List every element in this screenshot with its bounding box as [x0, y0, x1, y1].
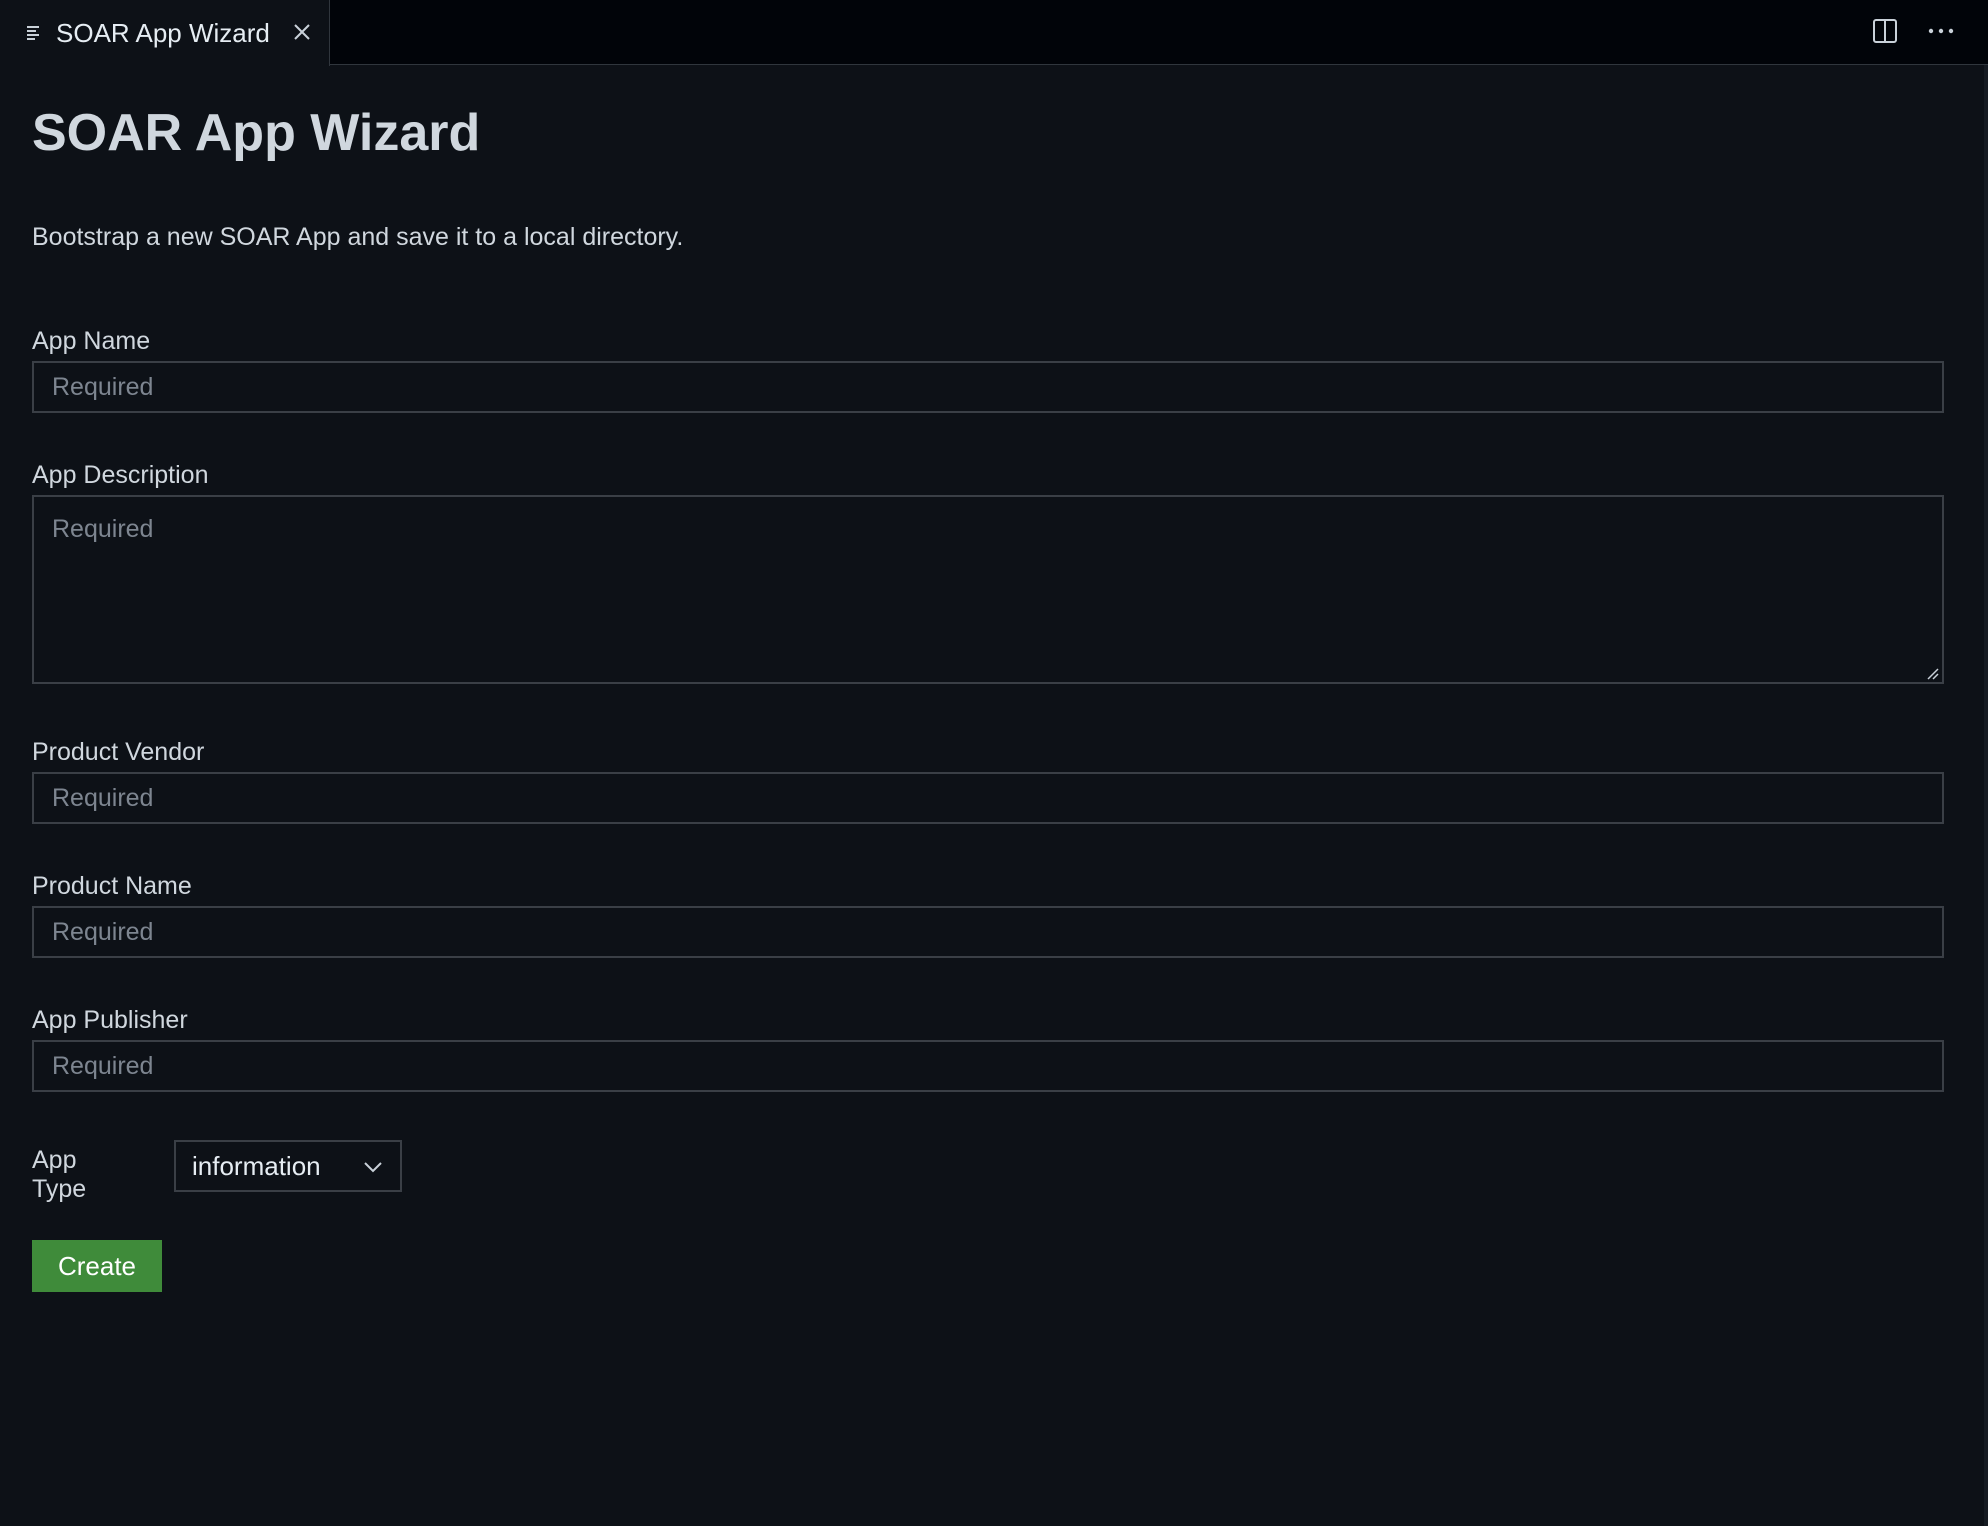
close-icon[interactable] — [289, 19, 315, 45]
editor-tab-bar: SOAR App Wizard — [0, 0, 1988, 66]
more-actions-icon — [1928, 28, 1954, 34]
split-editor-icon — [1873, 19, 1897, 43]
resize-grip-icon[interactable] — [1926, 667, 1940, 681]
chevron-down-icon — [364, 1162, 382, 1173]
app-type-select[interactable]: information — [174, 1140, 402, 1192]
preview-icon — [27, 26, 39, 40]
product-name-label: Product Name — [32, 872, 192, 900]
product-vendor-input[interactable] — [32, 772, 1944, 824]
create-button[interactable]: Create — [32, 1240, 162, 1292]
app-type-selected-value: information — [192, 1150, 321, 1181]
more-actions-button[interactable] — [1926, 16, 1956, 46]
app-description-label: App Description — [32, 461, 209, 489]
app-description-input[interactable] — [32, 495, 1944, 684]
tab-soar-app-wizard[interactable]: SOAR App Wizard — [0, 0, 330, 66]
app-publisher-input[interactable] — [32, 1040, 1944, 1092]
app-name-label: App Name — [32, 327, 151, 355]
editor-actions — [1870, 16, 1956, 46]
product-vendor-label: Product Vendor — [32, 738, 205, 766]
app-type-label: App Type — [32, 1146, 87, 1203]
product-name-input[interactable] — [32, 906, 1944, 958]
app-publisher-label: App Publisher — [32, 1006, 188, 1034]
app-description-wrapper — [32, 495, 1944, 684]
split-editor-button[interactable] — [1870, 16, 1900, 46]
tab-title: SOAR App Wizard — [56, 17, 270, 48]
app-name-input[interactable] — [32, 361, 1944, 413]
scrollbar-track[interactable] — [1984, 65, 1988, 1526]
page-title: SOAR App Wizard — [32, 104, 481, 162]
page-description: Bootstrap a new SOAR App and save it to … — [32, 223, 684, 251]
